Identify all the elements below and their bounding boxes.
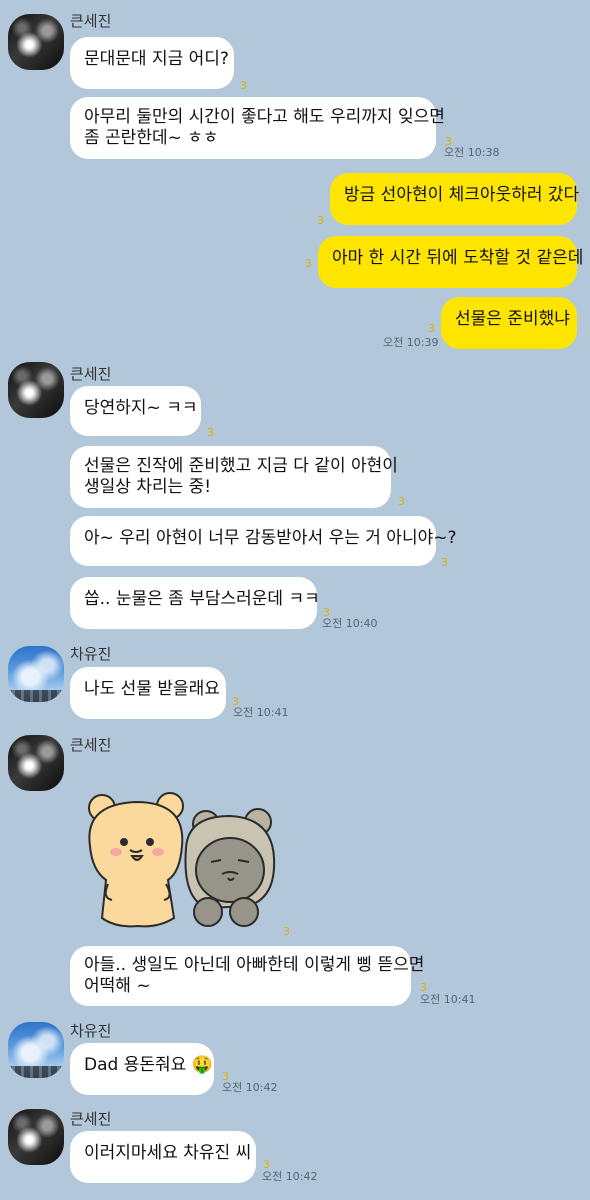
sender-name: 차유진 — [70, 1022, 112, 1040]
avatar-seijin[interactable] — [8, 1109, 64, 1165]
message-text: 당연하지~ ㅋㅋ — [84, 398, 198, 418]
sender-name: 큰세진 — [70, 1110, 112, 1128]
message-text: 아마 한 시간 뒤에 도착할 것 같은데 — [332, 248, 584, 268]
unread-count: 3 — [240, 79, 247, 92]
grey-bear-icon — [184, 808, 276, 927]
message-bubble[interactable]: 아들.. 생일도 아닌데 아빠한테 이렇게 삥 뜯으면 어떡해 ~ — [70, 946, 425, 1006]
timestamp: 오전 10:41 — [420, 993, 476, 1006]
message-bubble[interactable]: 당연하지~ ㅋㅋ — [70, 386, 201, 436]
message-text: 방금 선아현이 체크아웃하러 갔다 — [344, 185, 580, 205]
my-message-bubble[interactable]: 아마 한 시간 뒤에 도착할 것 같은데 — [318, 236, 583, 288]
message-text: 문대문대 지금 어디? — [84, 49, 229, 69]
message-text-line: 아무리 둘만의 시간이 좋다고 해도 우리까지 잊으면 — [84, 107, 445, 127]
message-bubble[interactable]: 아무리 둘만의 시간이 좋다고 해도 우리까지 잊으면 좀 곤란한데~ ㅎㅎ — [70, 97, 445, 159]
message-text-line: 선물은 진작에 준비했고 지금 다 같이 아현이 — [84, 456, 398, 476]
unread-count: 3 — [441, 556, 448, 569]
timestamp: 오전 10:42 — [262, 1170, 318, 1183]
avatar-yujin[interactable] — [8, 1022, 64, 1078]
message-text: 이러지마세요 차유진 씨 — [84, 1143, 252, 1163]
message-text: 아~ 우리 아현이 너무 감동받아서 우는 거 아니야~? — [84, 528, 457, 548]
message-bubble[interactable]: Dad 용돈줘요 🤑 — [70, 1043, 214, 1095]
message-bubble[interactable]: 아~ 우리 아현이 너무 감동받아서 우는 거 아니야~? — [70, 516, 457, 566]
avatar-seijin[interactable] — [8, 735, 64, 791]
timestamp: 오전 10:41 — [233, 706, 289, 719]
unread-count: 3 — [398, 495, 405, 508]
message-bubble[interactable]: 나도 선물 받을래요 — [70, 667, 226, 719]
sender-name: 큰세진 — [70, 365, 112, 383]
cream-bear-icon — [88, 792, 184, 928]
message-text-line: 좀 곤란한데~ ㅎㅎ — [84, 128, 219, 148]
message-bubble[interactable]: 씁.. 눈물은 좀 부담스러운데 ㅋㅋ — [70, 577, 320, 629]
unread-count: 3 — [317, 214, 324, 227]
message-bubble[interactable]: 문대문대 지금 어디? — [70, 37, 234, 89]
message-text-line: 아들.. 생일도 아닌데 아빠한테 이렇게 삥 뜯으면 — [84, 955, 425, 975]
message-bubble[interactable]: 이러지마세요 차유진 씨 — [70, 1131, 256, 1183]
unread-count: 3 — [283, 925, 290, 938]
timestamp: 오전 10:40 — [322, 617, 378, 630]
unread-count: 3 — [207, 426, 214, 439]
message-text: 나도 선물 받을래요 — [84, 679, 220, 699]
unread-count: 3 — [305, 257, 312, 270]
sender-name: 큰세진 — [70, 736, 112, 754]
my-message-bubble[interactable]: 선물은 준비했냐 — [441, 297, 577, 349]
avatar-yujin[interactable] — [8, 646, 64, 702]
message-text-line: 어떡해 ~ — [84, 976, 151, 996]
avatar-seijin[interactable] — [8, 362, 64, 418]
avatar-seijin[interactable] — [8, 14, 64, 70]
message-text: 씁.. 눈물은 좀 부담스러운데 ㅋㅋ — [84, 589, 320, 609]
message-text: 선물은 준비했냐 — [455, 309, 570, 329]
timestamp: 오전 10:39 — [383, 336, 439, 349]
message-text: Dad 용돈줘요 🤑 — [84, 1055, 213, 1075]
unread-count: 3 — [428, 322, 435, 335]
timestamp: 오전 10:38 — [444, 146, 500, 159]
my-message-bubble[interactable]: 방금 선아현이 체크아웃하러 갔다 — [330, 173, 580, 225]
bear-couple-sticker-icon[interactable] — [78, 788, 278, 930]
sender-name: 차유진 — [70, 645, 112, 663]
message-bubble[interactable]: 선물은 진작에 준비했고 지금 다 같이 아현이 생일상 차리는 중! — [70, 446, 398, 508]
sender-name: 큰세진 — [70, 12, 112, 30]
timestamp: 오전 10:42 — [222, 1081, 278, 1094]
message-text-line: 생일상 차리는 중! — [84, 477, 212, 497]
